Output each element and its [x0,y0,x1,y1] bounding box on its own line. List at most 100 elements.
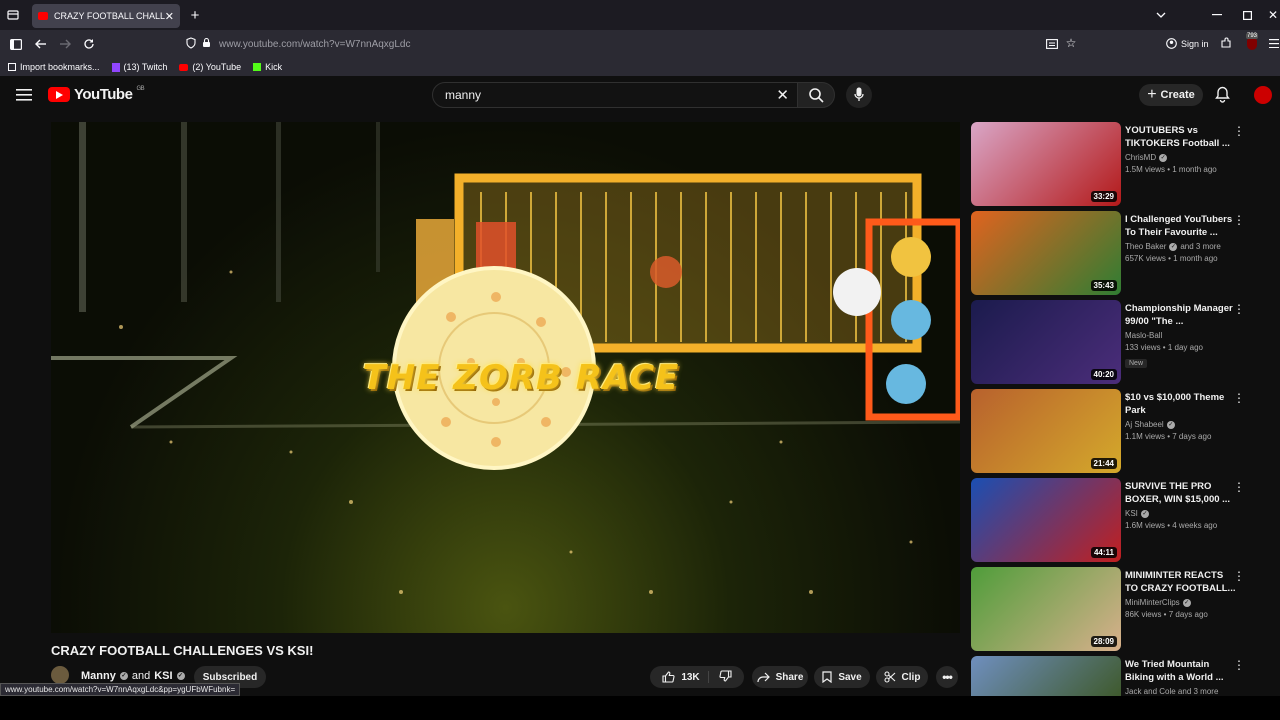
video-thumbnail[interactable]: 44:11 [971,478,1121,562]
video-thumbnail[interactable]: 35:43 [971,211,1121,295]
video-title[interactable]: Championship Manager 99/00 "The ... [1125,302,1237,328]
video-info[interactable]: I Challenged YouTubers To Their Favourit… [1125,213,1237,263]
channel-line[interactable]: KSI ✓ [1125,509,1237,518]
channel-line[interactable]: Maslo-Ball [1125,331,1237,340]
recommended-video[interactable]: 35:43 I Challenged YouTubers To Their Fav… [971,211,1261,295]
channel-name[interactable]: ChrisMD [1125,153,1156,162]
channel-avatar[interactable] [51,666,69,684]
recommended-video[interactable]: 44:11 SURVIVE THE PRO BOXER, WIN $15,000 … [971,478,1261,562]
more-vertical-icon[interactable]: ⋮ [1233,213,1245,227]
video-title[interactable]: YOUTUBERS vs TIKTOKERS Football ... [1125,124,1237,150]
channel-name[interactable]: Maslo-Ball [1125,331,1162,340]
verified-icon: ✓ [1166,420,1175,429]
save-button[interactable]: Save [814,666,870,688]
search-input[interactable]: manny ✕ [432,82,798,108]
extensions-icon[interactable] [1219,36,1233,50]
browser-tab-active[interactable]: CRAZY FOOTBALL CHALLENGES ✕ [32,4,180,28]
video-title[interactable]: SURVIVE THE PRO BOXER, WIN $15,000 ... [1125,480,1237,506]
video-info[interactable]: YOUTUBERS vs TIKTOKERS Football ... Chris… [1125,124,1237,174]
tab-list-icon[interactable] [6,8,20,22]
voice-search-button[interactable] [846,82,872,108]
recommended-video[interactable]: 28:09 MINIMINTER REACTS TO CRAZY FOOTBALL… [971,567,1261,651]
bookmark-youtube[interactable]: (2) YouTube [179,62,241,72]
video-thumbnail[interactable]: 40:20 [971,300,1121,384]
channel-name[interactable]: Manny [81,670,116,682]
channel-names[interactable]: Manny ✓ and KSI ✓ [81,670,185,682]
verified-icon: ✓ [176,672,185,680]
bookmark-import[interactable]: Import bookmarks... [8,62,100,72]
recommended-video[interactable]: We Tried Mountain Biking with a World ..… [971,656,1261,696]
more-vertical-icon[interactable]: ⋮ [1233,480,1245,494]
close-tab-icon[interactable]: ✕ [165,10,174,23]
url-text[interactable]: www.youtube.com/watch?v=W7nnAqxgLdc [219,39,411,50]
bookmark-star-icon[interactable]: ☆ [1064,36,1078,50]
search-query[interactable]: manny [445,88,776,102]
sign-in-button[interactable]: Sign in [1166,36,1209,52]
video-info[interactable]: MINIMINTER REACTS TO CRAZY FOOTBALL... Mi… [1125,569,1237,619]
video-info[interactable]: $10 vs $10,000 Theme Park Aj Shabeel ✓ 1.1M… [1125,391,1237,441]
channel-name[interactable]: KSI [1125,509,1138,518]
more-vertical-icon[interactable]: ⋮ [1233,302,1245,316]
reader-view-icon[interactable] [1045,37,1059,51]
close-window-icon[interactable]: ✕ [1266,8,1280,22]
shield-icon[interactable] [186,36,196,52]
channel-name[interactable]: Theo Baker [1125,242,1166,251]
hamburger-menu-icon[interactable] [16,88,32,102]
video-thumbnail[interactable] [971,656,1121,696]
video-title[interactable]: MINIMINTER REACTS TO CRAZY FOOTBALL... [1125,569,1237,595]
video-thumbnail[interactable]: 33:29 [971,122,1121,206]
channel-name[interactable]: Jack and Cole and 3 more [1125,687,1218,696]
recommended-video[interactable]: 33:29 YOUTUBERS vs TIKTOKERS Football ...… [971,122,1261,206]
more-vertical-icon[interactable]: ⋮ [1233,569,1245,583]
recommended-video[interactable]: 21:44 $10 vs $10,000 Theme Park Aj Shabeel… [971,389,1261,473]
channel-name[interactable]: Aj Shabeel [1125,420,1164,429]
reload-icon[interactable] [82,37,96,51]
more-vertical-icon[interactable]: ⋮ [1233,391,1245,405]
channel-name-2[interactable]: KSI [154,670,172,682]
maximize-icon[interactable] [1240,8,1254,22]
video-player[interactable]: THE ZORB RACE [51,122,960,633]
channel-line[interactable]: Theo Baker ✓ and 3 more [1125,242,1237,251]
video-thumbnail[interactable]: 28:09 [971,567,1121,651]
more-vertical-icon[interactable]: ⋮ [1233,124,1245,138]
ublock-extension-icon[interactable]: 793 [1244,33,1260,51]
share-button[interactable]: Share [752,666,808,688]
youtube-logo[interactable]: YouTube GB [48,86,145,103]
lock-icon[interactable] [202,37,211,51]
bookmark-twitch[interactable]: (13) Twitch [111,62,167,72]
video-info[interactable]: Championship Manager 99/00 "The ... Maslo… [1125,302,1237,370]
video-info[interactable]: SURVIVE THE PRO BOXER, WIN $15,000 ... KS… [1125,480,1237,530]
video-info[interactable]: We Tried Mountain Biking with a World ..… [1125,658,1237,696]
back-arrow-icon[interactable] [34,37,48,51]
video-title[interactable]: I Challenged YouTubers To Their Favourit… [1125,213,1237,239]
channel-line[interactable]: Aj Shabeel ✓ [1125,420,1237,429]
recommended-video[interactable]: 40:20 Championship Manager 99/00 "The ...… [971,300,1261,384]
clear-search-icon[interactable]: ✕ [776,86,789,104]
channel-line[interactable]: MiniMinterClips ✓ [1125,598,1237,607]
chevron-down-icon[interactable] [1154,8,1168,22]
address-bar[interactable]: www.youtube.com/watch?v=W7nnAqxgLdc [180,33,1085,55]
clip-button[interactable]: Clip [876,666,928,688]
bookmark-kick[interactable]: Kick [253,62,282,72]
search-button[interactable] [797,82,835,108]
channel-name[interactable]: MiniMinterClips [1125,598,1180,607]
create-button[interactable]: + Create [1139,84,1203,106]
app-menu-icon[interactable] [1268,36,1280,50]
video-title[interactable]: We Tried Mountain Biking with a World ..… [1125,658,1237,684]
notifications-bell-icon[interactable] [1215,86,1231,104]
more-actions-button[interactable]: ••• [936,666,958,688]
video-thumbnail[interactable]: 21:44 [971,389,1121,473]
minimize-icon[interactable] [1210,8,1224,22]
channel-line[interactable]: ChrisMD ✓ [1125,153,1237,162]
avatar[interactable] [1254,86,1272,104]
search-icon [809,88,824,103]
dislike-button[interactable] [715,669,732,685]
more-vertical-icon[interactable]: ⋮ [1233,658,1245,672]
sidebar-toggle-icon[interactable] [9,37,23,51]
video-title[interactable]: $10 vs $10,000 Theme Park [1125,391,1237,417]
like-button[interactable]: 13K [662,671,709,683]
forward-arrow-icon[interactable] [58,37,72,51]
channel-line[interactable]: Jack and Cole and 3 more [1125,687,1237,696]
new-tab-icon[interactable]: + [188,7,202,24]
screen-bottom-bar [0,696,1280,720]
